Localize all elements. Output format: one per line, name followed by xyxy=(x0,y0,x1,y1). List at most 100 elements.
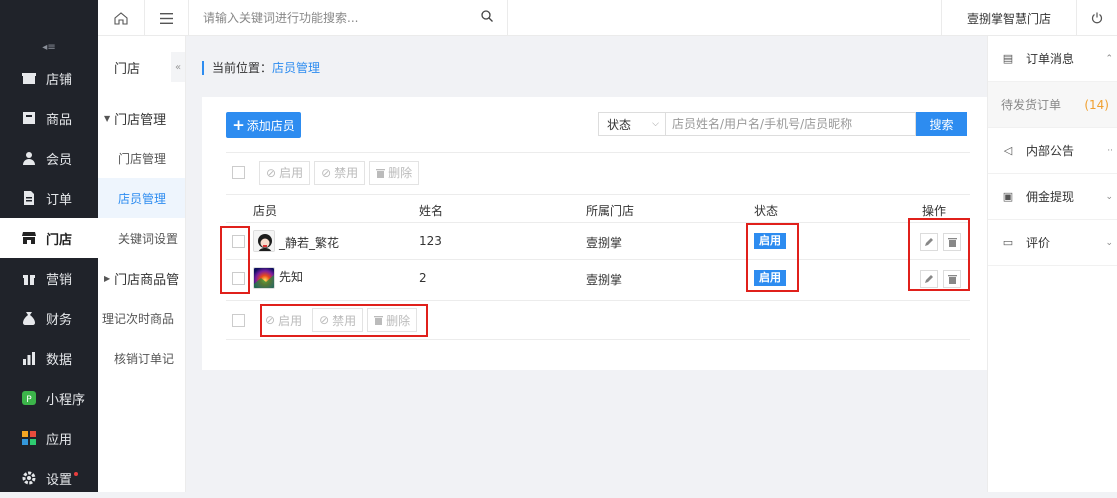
search-button[interactable]: 搜索 xyxy=(916,112,967,136)
internal-notice-label: 内部公告 xyxy=(1026,144,1075,158)
nav-label: 数据 xyxy=(46,352,73,368)
bulk-disable-label: 禁用 xyxy=(334,166,359,180)
staff-name: 123 xyxy=(419,234,442,248)
order-messages[interactable]: ▤ 订单消息 ⌃ xyxy=(988,36,1117,82)
order-messages-label: 订单消息 xyxy=(1026,52,1075,66)
bulk-actions-top: ⊘ 启用 ⊘ 禁用 删除 xyxy=(226,152,970,192)
nav-item-marketing[interactable]: 营销 xyxy=(0,258,98,298)
nav-label: 财务 xyxy=(46,312,73,328)
nav-label: 应用 xyxy=(46,432,73,448)
avatar xyxy=(253,230,275,252)
ban-icon: ⊘ xyxy=(321,165,332,180)
trash-icon xyxy=(374,315,384,325)
nav-label: 设置 xyxy=(46,472,73,488)
internal-notice[interactable]: ◁ 内部公告 ·· xyxy=(988,128,1117,174)
staff-name: 2 xyxy=(419,271,427,285)
function-search-input[interactable] xyxy=(203,11,463,25)
header-ops: 操作 xyxy=(922,204,947,218)
staff-store: 壹捌掌 xyxy=(586,236,623,250)
goods-icon xyxy=(22,111,36,125)
edit-icon[interactable] xyxy=(920,233,938,251)
status-badge[interactable]: 启用 xyxy=(754,233,786,249)
bulk-enable-label: 启用 xyxy=(279,166,304,180)
subnav-group-store-goods[interactable]: ▶ 门店商品管 xyxy=(98,258,185,298)
subnav-group-store-manage[interactable]: ▼ 门店管理 xyxy=(98,98,185,138)
nav-item-goods[interactable]: 商品 xyxy=(0,98,98,138)
mini-program-icon: P xyxy=(22,391,36,405)
bulk-disable-button[interactable]: ⊘ 禁用 xyxy=(312,308,364,332)
plus-icon: + xyxy=(232,116,245,134)
power-icon[interactable] xyxy=(1077,0,1117,36)
add-staff-button[interactable]: + 添加店员 xyxy=(226,112,301,138)
breadcrumb-current[interactable]: 店员管理 xyxy=(272,61,320,75)
staff-nickname: 先知 xyxy=(279,270,304,284)
bulk-delete-button[interactable]: 删除 xyxy=(367,308,418,332)
nav-label: 小程序 xyxy=(46,392,86,408)
staff-nickname: _静若_繁花 xyxy=(279,236,340,250)
fold-sidebar-icon[interactable]: « xyxy=(171,52,185,82)
nav-item-settings[interactable]: 设置 xyxy=(0,458,98,498)
bar-chart-icon xyxy=(22,351,36,365)
nav-item-apps[interactable]: 应用 xyxy=(0,418,98,458)
status-badge[interactable]: 启用 xyxy=(754,270,786,286)
subnav-item-staff-manage[interactable]: 店员管理 xyxy=(98,178,185,218)
caret-down-icon: ▼ xyxy=(104,113,111,123)
bulk-actions-bottom: ⊘ 启用 ⊘ 禁用 删除 xyxy=(226,300,970,340)
edit-icon[interactable] xyxy=(920,270,938,288)
header-store: 所属门店 xyxy=(586,204,635,218)
trash-icon[interactable] xyxy=(943,233,961,251)
logo-area xyxy=(0,0,98,36)
gear-icon xyxy=(22,471,36,485)
nav-label: 店铺 xyxy=(46,72,73,88)
bulk-delete-label: 删除 xyxy=(386,313,411,328)
nav-item-store[interactable]: 门店 xyxy=(0,218,98,258)
bulk-enable-button[interactable]: ⊘ 启用 xyxy=(259,308,309,332)
menu-icon[interactable] xyxy=(145,0,189,36)
shop-icon xyxy=(22,71,36,85)
nav-item-miniprogram[interactable]: P 小程序 xyxy=(0,378,98,418)
nav-label: 门店 xyxy=(46,232,73,248)
search-icon[interactable] xyxy=(481,10,493,26)
nav-label: 会员 xyxy=(46,152,73,168)
subnav-item-store-manage[interactable]: 门店管理 xyxy=(98,138,185,178)
breadcrumb: 当前位置：店员管理 xyxy=(202,61,320,75)
speaker-icon: ◁ xyxy=(1003,144,1013,157)
staff-keyword-input[interactable] xyxy=(666,112,916,136)
gift-icon xyxy=(22,271,36,285)
select-all-checkbox[interactable] xyxy=(232,313,245,327)
subnav-item-keyword-settings[interactable]: 关键词设置 xyxy=(98,218,185,258)
nav-item-data[interactable]: 数据 xyxy=(0,338,98,378)
home-icon[interactable] xyxy=(98,0,145,36)
main-sidebar: ◂≡ 店铺 商品 会员 订单 门店 营销 财务 数据 P 小程序 应用 设置 xyxy=(0,0,98,492)
document-icon: ▤ xyxy=(1002,52,1014,65)
top-bar: 壹捌掌智慧门店 xyxy=(98,0,1117,36)
apps-icon xyxy=(22,431,36,445)
table-header: 店员 姓名 所属门店 状态 操作 xyxy=(226,194,970,222)
nav-item-finance[interactable]: 财务 xyxy=(0,298,98,338)
bulk-delete-button[interactable]: 删除 xyxy=(369,160,420,185)
row-checkbox[interactable] xyxy=(232,272,245,285)
bulk-delete-label: 删除 xyxy=(388,166,413,180)
reviews[interactable]: ▭ 评价 ⌄ xyxy=(988,220,1117,266)
commission-withdraw[interactable]: ▣ 佣金提现 ⌄ xyxy=(988,174,1117,220)
ban-icon: ⊘ xyxy=(319,313,330,327)
subnav-item-timed-goods[interactable]: 理记次时商品 xyxy=(98,298,185,338)
pending-orders[interactable]: 待发货订单 (14) xyxy=(988,82,1117,128)
nav-label: 商品 xyxy=(46,112,73,128)
reviews-label: 评价 xyxy=(1026,236,1051,250)
status-select[interactable]: 状态 ⌵ xyxy=(598,112,666,136)
store-name[interactable]: 壹捌掌智慧门店 xyxy=(942,0,1077,36)
subnav-item-verify-orders[interactable]: 核销订单记 xyxy=(98,338,185,378)
select-all-checkbox[interactable] xyxy=(232,166,245,179)
sub-sidebar: 门店 « ▼ 门店管理 门店管理 店员管理 关键词设置 ▶ 门店商品管 理记次时商品… xyxy=(98,36,186,492)
bulk-enable-button[interactable]: ⊘ 启用 xyxy=(259,160,311,185)
collapse-menu-icon[interactable]: ◂≡ xyxy=(0,36,98,58)
nav-item-order[interactable]: 订单 xyxy=(0,178,98,218)
bulk-disable-button[interactable]: ⊘ 禁用 xyxy=(314,160,366,185)
nav-item-member[interactable]: 会员 xyxy=(0,138,98,178)
ellipsis-icon: ·· xyxy=(1107,145,1113,156)
trash-icon[interactable] xyxy=(943,270,961,288)
chevron-down-icon: ⌵ xyxy=(652,119,659,129)
row-checkbox[interactable] xyxy=(232,235,245,248)
nav-item-shop[interactable]: 店铺 xyxy=(0,58,98,98)
